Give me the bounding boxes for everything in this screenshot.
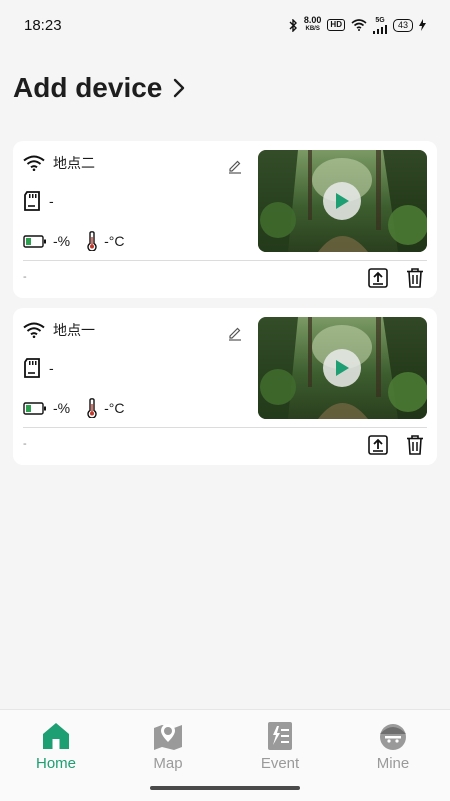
user-avatar-icon [380,724,406,750]
home-icon [43,723,69,749]
wifi-status-icon [351,19,367,31]
device-status-text: - [23,438,27,450]
status-bar: 18:23 8.00 KB/S HD 5G 43 [0,0,450,50]
edit-icon[interactable] [227,325,243,341]
play-icon [336,360,349,376]
video-thumbnail[interactable] [258,317,427,419]
temperature-value: -°C [104,233,125,249]
device-name: 地点一 [53,322,95,338]
tab-mine[interactable]: Mine [348,720,438,772]
charging-icon [419,19,426,31]
battery-icon [23,234,46,248]
battery-status: 43 [392,18,413,32]
hd-badge: HD [327,19,345,31]
map-pin-icon [154,724,182,750]
add-device-header[interactable]: Add device [13,72,186,104]
device-card[interactable]: 地点二 - -% -°C - [13,141,437,298]
thermometer-icon [87,398,97,418]
wifi-icon [23,155,45,171]
thermometer-icon [87,231,97,251]
tab-mine-label: Mine [376,755,410,772]
tab-map[interactable]: Map [123,720,213,772]
sd-card-icon [24,191,40,211]
battery-level: -% [53,233,71,249]
signal-bars-icon [372,24,387,34]
device-name-row: 地点二 [23,153,95,173]
event-list-icon [268,722,292,750]
tab-map-label: Map [153,755,183,772]
edit-icon[interactable] [227,158,243,174]
power-row: -% -°C [23,231,125,251]
sd-card-value: - [49,193,54,209]
tab-event[interactable]: Event [235,720,325,772]
device-name-row: 地点一 [23,320,95,340]
status-time: 18:23 [24,16,62,34]
sd-card-row: - [23,358,54,378]
status-indicators: 8.00 KB/S HD 5G 43 [289,16,426,34]
wifi-icon [23,322,45,338]
card-divider [23,260,427,261]
battery-icon [23,401,46,415]
play-button[interactable] [323,349,361,387]
video-thumbnail[interactable] [258,150,427,252]
net-speed: 8.00 KB/S [303,15,322,33]
page-title[interactable]: Add device [13,72,162,104]
sd-card-icon [24,358,40,378]
play-icon [336,193,349,209]
upload-icon[interactable] [367,434,389,456]
delete-icon[interactable] [404,434,426,456]
delete-icon[interactable] [404,267,426,289]
tab-home[interactable]: Home [11,720,101,772]
upload-icon[interactable] [367,267,389,289]
device-card[interactable]: 地点一 - -% -°C - [13,308,437,465]
temperature-value: -°C [104,400,125,416]
tab-home-label: Home [35,755,76,772]
gesture-bar[interactable] [150,786,300,790]
device-name: 地点二 [53,155,95,171]
sd-card-value: - [49,360,54,376]
card-divider [23,427,427,428]
cellular-signal: 5G [372,17,387,34]
device-status-text: - [23,271,27,283]
chevron-right-icon [174,78,185,98]
play-button[interactable] [323,182,361,220]
power-row: -% -°C [23,398,125,418]
sd-card-row: - [23,191,54,211]
bluetooth-icon [289,18,297,32]
battery-level: -% [53,400,71,416]
tab-event-label: Event [260,755,300,772]
